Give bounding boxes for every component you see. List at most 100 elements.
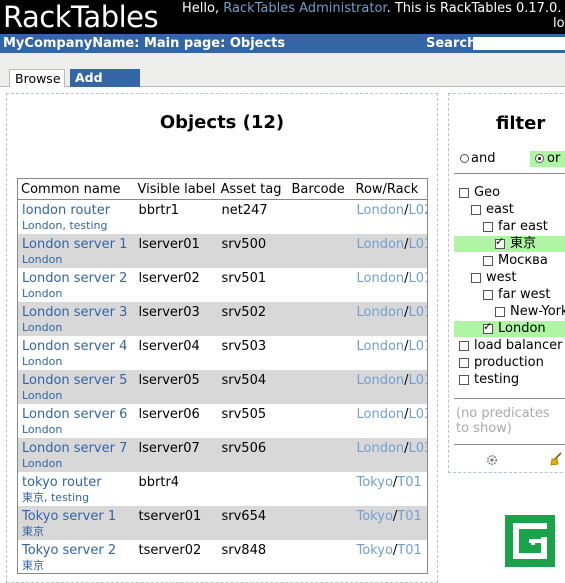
rack-link[interactable]: T01 xyxy=(397,475,421,490)
object-tags[interactable]: London xyxy=(22,287,132,300)
table-row[interactable]: Tokyo server 2 東京 tserver02 srv848 Tokyo/T01 xyxy=(17,539,428,574)
rack-link[interactable]: L01 xyxy=(409,237,428,252)
object-link[interactable]: London server 7 xyxy=(22,441,132,457)
object-tags[interactable]: 東京 xyxy=(22,525,132,538)
object-tags[interactable]: London, testing xyxy=(22,219,132,232)
row-link[interactable]: London xyxy=(357,271,405,286)
object-tags[interactable]: 東京, testing xyxy=(22,491,132,504)
filter-separator xyxy=(454,173,565,174)
tag-checkbox[interactable] xyxy=(483,290,493,300)
tag-checkbox[interactable] xyxy=(459,188,469,198)
tag-label[interactable]: far west xyxy=(498,287,551,303)
tag-checkbox[interactable] xyxy=(495,307,505,317)
row-link[interactable]: London xyxy=(357,441,405,456)
object-link[interactable]: London server 4 xyxy=(22,339,132,355)
table-row[interactable]: London server 4 London lserver04 srv503 Lond… xyxy=(17,335,428,370)
breadcrumb[interactable]: MyCompanyName: Main page: Objects xyxy=(3,35,285,52)
rack-link[interactable]: L01 xyxy=(409,373,428,388)
table-row[interactable]: London server 5 London lserver05 srv504 Lond… xyxy=(17,369,428,404)
row-link[interactable]: Tokyo xyxy=(357,543,393,558)
cell-row-rack: London/L01 xyxy=(352,233,428,268)
tag-checkbox[interactable] xyxy=(495,235,505,249)
tag-label[interactable]: testing xyxy=(474,372,519,388)
row-link[interactable]: Tokyo xyxy=(357,509,393,524)
rack-link[interactable]: L01 xyxy=(409,305,428,320)
tag-checkbox[interactable] xyxy=(459,341,469,351)
object-link[interactable]: london router xyxy=(22,203,132,219)
tag-label[interactable]: far east xyxy=(498,219,548,235)
table-row[interactable]: London server 1 London lserver01 srv500 Lond… xyxy=(17,233,428,268)
object-link[interactable]: London server 1 xyxy=(22,237,132,253)
row-link[interactable]: London xyxy=(357,407,405,422)
tag-label[interactable]: 東京 xyxy=(510,236,536,252)
object-tags[interactable]: London xyxy=(22,457,132,470)
rack-link[interactable]: L03 xyxy=(409,441,428,456)
row-link[interactable]: London xyxy=(357,373,405,388)
tag-label[interactable]: London xyxy=(498,321,546,337)
tab-browse[interactable]: Browse xyxy=(9,69,65,87)
tag-label[interactable]: New-York xyxy=(510,304,565,320)
table-row[interactable]: London server 3 London lserver03 srv502 Lond… xyxy=(17,301,428,336)
broom-icon[interactable] xyxy=(549,452,563,466)
object-link[interactable]: London server 5 xyxy=(22,373,132,389)
rack-link[interactable]: L03 xyxy=(409,407,428,422)
tag-checkbox[interactable] xyxy=(459,375,469,385)
logout-link[interactable]: lo xyxy=(553,16,565,32)
search-input[interactable] xyxy=(473,37,565,50)
cell-visible-label: lserver07 xyxy=(134,437,218,472)
gear-icon[interactable] xyxy=(486,454,498,466)
cell-common-name: London server 3 London xyxy=(17,301,135,336)
object-link[interactable]: London server 3 xyxy=(22,305,132,321)
table-row[interactable]: Tokyo server 1 東京 tserver01 srv654 Tokyo/T01 xyxy=(17,505,428,540)
tag-label[interactable]: load balancer xyxy=(474,338,562,354)
user-link[interactable]: RackTables Administrator xyxy=(223,1,386,16)
table-row[interactable]: London server 6 London lserver06 srv505 Lond… xyxy=(17,403,428,438)
objects-table: Common name Visible label Asset tag Barc… xyxy=(17,178,428,574)
row-link[interactable]: Tokyo xyxy=(357,475,393,490)
tag-label[interactable]: west xyxy=(486,270,517,286)
cell-asset-tag: srv848 xyxy=(217,539,289,574)
tag-label[interactable]: production xyxy=(474,355,544,371)
filter-and-label: and xyxy=(471,151,496,166)
cell-barcode xyxy=(288,301,353,336)
row-link[interactable]: London xyxy=(357,237,405,252)
row-link[interactable]: London xyxy=(357,305,405,320)
tag-label[interactable]: Geo xyxy=(474,185,500,201)
filter-and-radio[interactable] xyxy=(460,154,469,163)
rack-link[interactable]: L01 xyxy=(409,271,428,286)
object-tags[interactable]: 東京 xyxy=(22,559,132,572)
table-row[interactable]: London server 2 London lserver02 srv501 Lond… xyxy=(17,267,428,302)
tag-checkbox[interactable] xyxy=(471,205,481,215)
tag-checkbox[interactable] xyxy=(483,222,493,232)
object-link[interactable]: Tokyo server 1 xyxy=(22,509,132,525)
rack-link[interactable]: L01 xyxy=(409,339,428,354)
object-tags[interactable]: London xyxy=(22,253,132,266)
cell-barcode xyxy=(288,335,353,370)
object-link[interactable]: London server 6 xyxy=(22,407,132,423)
racktables-logo[interactable]: RackTables xyxy=(3,0,159,34)
tag-checkbox[interactable] xyxy=(483,256,493,266)
tag-checkbox[interactable] xyxy=(483,320,493,334)
rack-link[interactable]: L02 xyxy=(409,203,428,218)
table-row[interactable]: London server 7 London lserver07 srv506 Lond… xyxy=(17,437,428,472)
tag-checkbox[interactable] xyxy=(459,358,469,368)
filter-or-radio[interactable] xyxy=(535,154,544,163)
row-link[interactable]: London xyxy=(357,203,405,218)
rack-link[interactable]: T01 xyxy=(397,509,421,524)
row-link[interactable]: London xyxy=(357,339,405,354)
object-tags[interactable]: London xyxy=(22,355,132,368)
rack-link[interactable]: T01 xyxy=(397,543,421,558)
object-link[interactable]: Tokyo server 2 xyxy=(22,543,132,559)
tag-label[interactable]: east xyxy=(486,202,514,218)
tag-checkbox[interactable] xyxy=(471,273,481,283)
object-link[interactable]: London server 2 xyxy=(22,271,132,287)
object-tags[interactable]: London xyxy=(22,423,132,436)
table-row[interactable]: tokyo router 東京, testing bbrtr4 Tokyo/T01 xyxy=(17,471,428,506)
object-tags[interactable]: London xyxy=(22,321,132,334)
table-row[interactable]: london router London, testing bbrtr1 net247… xyxy=(17,199,428,234)
tab-add-more[interactable]: Add more xyxy=(70,69,140,102)
cell-visible-label: lserver02 xyxy=(134,267,218,302)
object-link[interactable]: tokyo router xyxy=(22,475,132,491)
tag-label[interactable]: Москва xyxy=(498,253,548,269)
object-tags[interactable]: London xyxy=(22,389,132,402)
